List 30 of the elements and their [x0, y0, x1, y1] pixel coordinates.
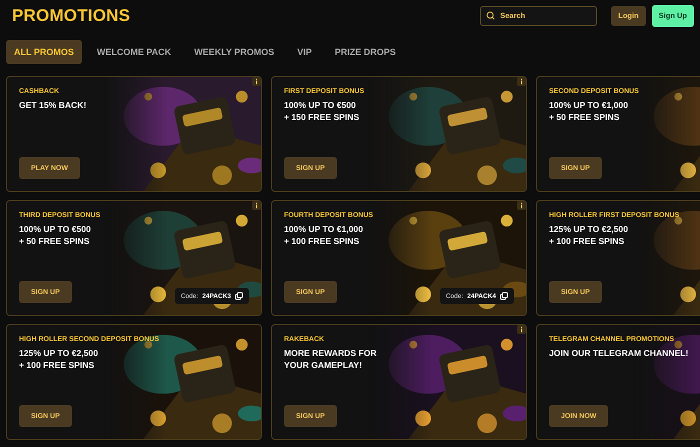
promo-headline: 100% UP TO €1,000 — [284, 224, 363, 236]
info-icon[interactable] — [517, 201, 526, 210]
category-tab[interactable]: PRIZE DROPS — [326, 40, 404, 64]
promo-headline: MORE REWARDS FOR — [284, 348, 377, 360]
promo-headline: + 100 FREE SPINS — [284, 236, 360, 247]
promo-headline: GET 15% BACK! — [19, 100, 86, 112]
category-tab[interactable]: WEEKLY PROMOS — [186, 40, 282, 64]
promo-headline: 100% UP TO €1,000 — [549, 100, 628, 112]
info-icon[interactable] — [252, 77, 261, 86]
promo-headline: YOUR GAMEPLAY! — [284, 360, 362, 371]
category-tab[interactable]: VIP — [289, 40, 320, 64]
promo-headline: 100% UP TO €500 — [284, 100, 356, 112]
promo-headline: 125% UP TO €2,500 — [19, 348, 98, 360]
copy-icon[interactable] — [500, 292, 508, 300]
promo-headline: + 50 FREE SPINS — [549, 112, 620, 123]
promo-headline: + 150 FREE SPINS — [284, 112, 360, 123]
search-icon — [486, 11, 496, 20]
info-icon[interactable] — [517, 77, 526, 86]
promo-headline: + 100 FREE SPINS — [19, 360, 94, 371]
info-icon[interactable] — [252, 201, 261, 210]
category-tab[interactable]: WELCOME PACK — [88, 40, 180, 64]
promo-headline: + 100 FREE SPINS — [549, 236, 624, 247]
promo-headline: 125% UP TO €2,500 — [549, 224, 628, 236]
category-tab[interactable]: ALL PROMOS — [6, 40, 82, 64]
promo-headline: 100% UP TO €500 — [19, 224, 91, 236]
info-icon[interactable] — [517, 325, 526, 334]
promo-headline: JOIN OUR TELEGRAM CHANNEL! — [549, 348, 688, 360]
page-title: PROMOTIONS — [12, 6, 130, 26]
copy-icon[interactable] — [235, 292, 243, 300]
promo-headline: + 50 FREE SPINS — [19, 236, 90, 247]
